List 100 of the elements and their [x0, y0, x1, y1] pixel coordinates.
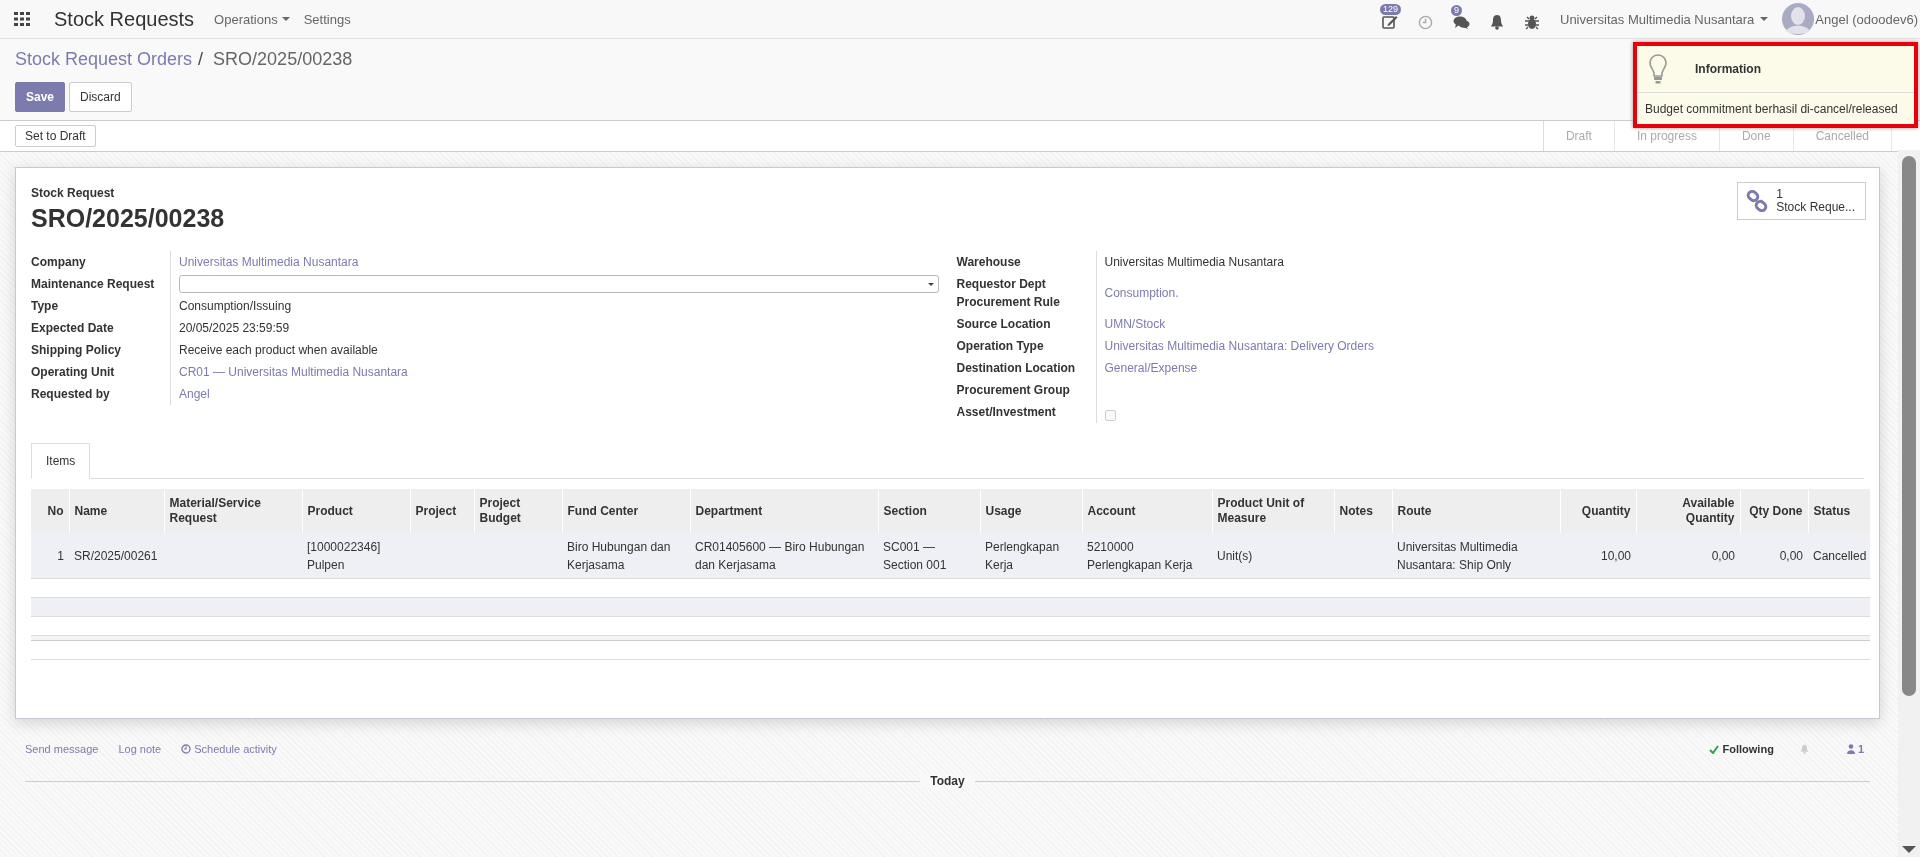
link-icon	[1746, 190, 1769, 212]
notification-message: Budget commitment berhasil di-cancel/released	[1644, 101, 1899, 118]
breadcrumb-current: SRO/2025/00238	[213, 49, 353, 70]
column-header[interactable]: Usage	[980, 489, 1082, 533]
field-link[interactable]: CR01 — Universitas Multimedia Nusantara	[179, 363, 408, 381]
table-cell: Biro Hubungan dan Kerjasama	[562, 533, 690, 579]
table-cell: Perlengkapan Kerja	[980, 533, 1082, 579]
column-header[interactable]: Department	[690, 489, 878, 533]
scrollbar-thumb[interactable]	[1902, 156, 1916, 696]
field-label: Maintenance Request	[31, 273, 171, 295]
person-icon	[1846, 744, 1855, 754]
field-link[interactable]: Universitas Multimedia Nusantara: Delivery Orders	[1104, 337, 1374, 355]
date-separator: Today	[920, 774, 975, 788]
caret-icon	[927, 282, 934, 286]
field-label: Requested by	[31, 383, 171, 405]
field-label: Operating Unit	[31, 361, 171, 383]
user-menu[interactable]: Angel (odoodev6)	[1782, 3, 1918, 35]
column-header[interactable]: No	[31, 489, 69, 533]
menu-item[interactable]: Operations	[214, 11, 290, 27]
discard-button[interactable]: Discard	[69, 82, 132, 112]
bug-icon[interactable]	[1524, 14, 1540, 30]
field-link[interactable]: Angel	[179, 385, 210, 403]
field-label: Expected Date	[31, 317, 171, 339]
count-badge: 129	[1380, 4, 1402, 15]
apps-menu-icon[interactable]	[14, 12, 30, 26]
field-label: Source Location	[956, 313, 1097, 335]
following-button[interactable]: Following	[1708, 743, 1774, 755]
breadcrumb-link[interactable]: Stock Request Orders	[15, 49, 193, 70]
scroll-down-icon[interactable]	[1902, 846, 1916, 853]
column-header[interactable]: Available Quantity	[1636, 489, 1740, 533]
form-subtitle: Stock Request	[31, 186, 116, 200]
column-header[interactable]: Product	[302, 489, 410, 533]
field-value: Receive each product when available	[179, 342, 378, 359]
count-badge: 9	[1451, 4, 1462, 16]
avatar-icon	[1782, 3, 1815, 35]
record-title: SRO/2025/00238	[31, 204, 225, 233]
table-cell: 1	[31, 533, 69, 579]
clock-icon	[181, 744, 192, 754]
schedule-activity-link[interactable]: Schedule activity	[181, 743, 277, 755]
column-header[interactable]: Product Unit of Measure	[1212, 489, 1334, 533]
table-cell: 10,00	[1560, 533, 1636, 579]
notification-title: Information	[1695, 62, 1761, 76]
check-icon	[1708, 744, 1719, 754]
dropdown-field[interactable]	[179, 275, 939, 293]
table-cell: 5210000 Perlengkapan Kerja	[1082, 533, 1212, 579]
table-cell: Cancelled	[1808, 533, 1870, 579]
field-label: Operation Type	[956, 335, 1097, 357]
field-label: Warehouse	[956, 251, 1097, 273]
column-header[interactable]: Notes	[1334, 489, 1392, 533]
field-label: Type	[31, 295, 171, 317]
table-cell: CR01405600 — Biro Hubungan dan Kerjasama	[690, 533, 878, 579]
notebook-tab[interactable]: Items	[31, 443, 91, 479]
chat-icon[interactable]	[1453, 14, 1470, 30]
table-cell: Unit(s)	[1212, 533, 1334, 579]
menu-item[interactable]: Settings	[303, 11, 351, 27]
field-value: Consumption/Issuing	[179, 298, 292, 315]
chatter-link[interactable]: Send message	[25, 743, 99, 755]
field-link[interactable]: Consumption.	[1104, 284, 1179, 302]
field-link[interactable]: General/Expense	[1104, 359, 1198, 377]
field-label: Requestor Dept Procurement Rule	[956, 273, 1097, 313]
field-label: Asset/Investment	[956, 401, 1097, 423]
followers-button[interactable]: 1	[1846, 743, 1864, 755]
table-cell: SR/2025/00261	[69, 533, 164, 579]
column-header[interactable]: Account	[1082, 489, 1212, 533]
table-cell: Universitas Multimedia Nusantara: Ship Only	[1392, 533, 1560, 579]
table-cell: SC001 — Section 001	[878, 533, 980, 579]
field-label: Shipping Policy	[31, 339, 171, 361]
set-to-draft-button[interactable]: Set to Draft	[15, 125, 96, 147]
field-value: 20/05/2025 23:59:59	[179, 320, 290, 337]
field-link[interactable]: Universitas Multimedia Nusantara	[179, 253, 359, 271]
column-header[interactable]: Section	[878, 489, 980, 533]
column-header[interactable]: Fund Center	[562, 489, 690, 533]
field-label: Procurement Group	[956, 379, 1097, 401]
column-header[interactable]: Status	[1808, 489, 1870, 533]
caret-icon	[1760, 17, 1769, 21]
app-title: Stock Requests	[54, 7, 195, 31]
field-label: Destination Location	[956, 357, 1097, 379]
column-header[interactable]: Name	[69, 489, 164, 533]
bell-icon[interactable]	[1490, 14, 1504, 30]
column-header[interactable]: Project Budget	[474, 489, 562, 533]
table-cell: 0,00	[1636, 533, 1740, 579]
column-header[interactable]: Material/Service Request	[164, 489, 302, 533]
field-link[interactable]: UMN/Stock	[1104, 315, 1166, 333]
save-button[interactable]: Save	[15, 82, 66, 112]
column-header[interactable]: Quantity	[1560, 489, 1636, 533]
column-header[interactable]: Project	[410, 489, 474, 533]
chatter-link[interactable]: Log note	[118, 743, 162, 755]
lightbulb-icon	[1649, 54, 1667, 84]
breadcrumb-separator: /	[198, 49, 204, 70]
company-switcher[interactable]: Universitas Multimedia Nusantara	[1560, 11, 1769, 27]
column-header[interactable]: Route	[1392, 489, 1560, 533]
smart-button[interactable]: 1 Stock Reque...	[1737, 182, 1866, 220]
table-cell: [1000022346] Pulpen	[302, 533, 410, 579]
checkbox[interactable]	[1104, 410, 1116, 421]
column-header[interactable]: Qty Done	[1740, 489, 1808, 533]
edit-icon[interactable]	[1382, 14, 1398, 30]
field-label: Company	[31, 251, 171, 273]
table-cell: 0,00	[1740, 533, 1808, 579]
field-value: Universitas Multimedia Nusantara	[1104, 254, 1284, 271]
scrollbar[interactable]	[1898, 150, 1920, 857]
